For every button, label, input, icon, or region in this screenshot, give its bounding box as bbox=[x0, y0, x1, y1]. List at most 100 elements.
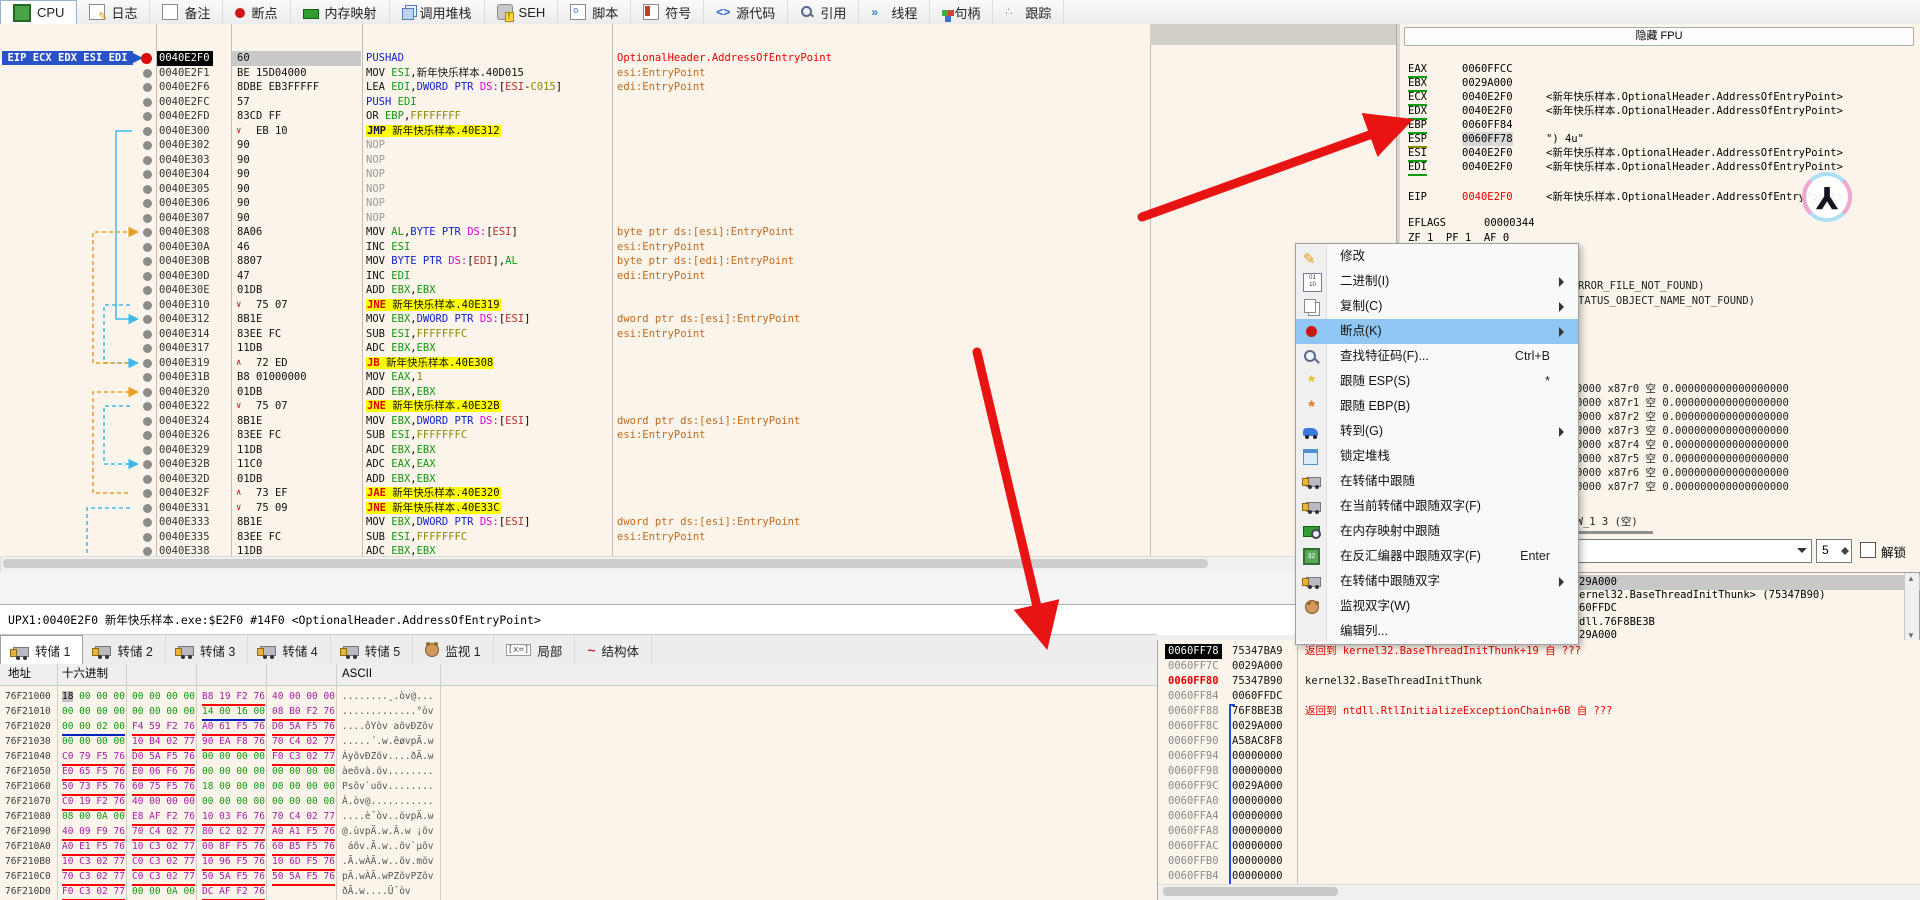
instruction-dot[interactable] bbox=[143, 359, 152, 368]
stack-horizontal-scrollbar[interactable] bbox=[1158, 884, 1920, 900]
disasm-row[interactable]: 0040E30E01DBADD EBX,EBX bbox=[0, 283, 1396, 298]
disasm-row[interactable]: 0040E32683EE FCSUB ESI,FFFFFFFCesi:Entry… bbox=[0, 428, 1396, 443]
disasm-row[interactable]: 0040E32D01DBADD EBX,EBX bbox=[0, 472, 1396, 487]
dump-row[interactable]: 76F2106050 73 F5 7660 75 F5 7618 00 00 0… bbox=[0, 779, 1157, 794]
instruction-dot[interactable] bbox=[143, 199, 152, 208]
stack-row[interactable]: 0060FFAC00000000 bbox=[1158, 839, 1920, 854]
register-row-EBP[interactable]: EBP0060FF84 bbox=[1400, 118, 1920, 132]
instruction-dot[interactable] bbox=[143, 388, 152, 397]
dump-row[interactable]: 76F2109040 09 F9 7670 C4 02 7780 C2 02 7… bbox=[0, 824, 1157, 839]
menu-item-breakpoint[interactable]: 断点(K) bbox=[1296, 319, 1578, 344]
instruction-dot[interactable] bbox=[143, 185, 152, 194]
register-row-ESI[interactable]: ESI0040E2F0<新年快乐样本.OptionalHeader.Addres… bbox=[1400, 146, 1920, 160]
menu-item-find-pattern[interactable]: 查找特征码(F)...Ctrl+B bbox=[1296, 344, 1578, 369]
instruction-dot[interactable] bbox=[143, 83, 152, 92]
disasm-row[interactable]: 0040E310∨75 07JNE 新年快乐样本.40E319 bbox=[0, 298, 1396, 313]
stack-row[interactable]: 0060FF8C0029A000 bbox=[1158, 719, 1920, 734]
register-row-ECX[interactable]: ECX0040E2F0<新年快乐样本.OptionalHeader.Addres… bbox=[1400, 90, 1920, 104]
disasm-horizontal-scrollbar[interactable] bbox=[0, 556, 1398, 573]
spin-down-icon[interactable] bbox=[1841, 551, 1849, 559]
stack-row[interactable]: 0060FF8075347B90kernel32.BaseThreadInitT… bbox=[1158, 674, 1920, 689]
menu-item-edit-columns[interactable]: 编辑列... bbox=[1296, 619, 1578, 644]
stack-arguments-list[interactable]: 29A000ernel32.BaseThreadInitThunk> (7534… bbox=[1560, 572, 1920, 644]
register-row-ESP[interactable]: ESP0060FF78") 4u" bbox=[1400, 132, 1920, 146]
instruction-dot[interactable] bbox=[143, 156, 152, 165]
dump-row[interactable]: 76F21070C0 19 F2 7640 00 00 0000 00 00 0… bbox=[0, 794, 1157, 809]
dump-pane[interactable]: 地址 十六进制 ASCII 76F2100018 00 00 0000 00 0… bbox=[0, 664, 1157, 900]
register-row-EBX[interactable]: EBX0029A000 bbox=[1400, 76, 1920, 90]
disasm-row[interactable]: 0040E2F68DBE EB3FFFFFLEA EDI,DWORD PTR D… bbox=[0, 80, 1396, 95]
dump-row[interactable]: 76F210C070 C3 02 77C0 C3 02 7750 5A F5 7… bbox=[0, 869, 1157, 884]
stack-row[interactable]: 0060FF840060FFDC bbox=[1158, 689, 1920, 704]
dump-row[interactable]: 76F2102000 00 02 00F4 59 F2 76A0 61 F5 7… bbox=[0, 719, 1157, 734]
dump-row[interactable]: 76F21040C0 79 F5 76D0 5A F5 7600 00 00 0… bbox=[0, 749, 1157, 764]
instruction-dot[interactable] bbox=[143, 489, 152, 498]
dump-tab-转储 3[interactable]: 转储 3 bbox=[166, 635, 248, 665]
menu-item-follow-esp[interactable]: *跟随 ESP(S)* bbox=[1296, 369, 1578, 394]
toolbar-tab-源代码[interactable]: <>源代码 bbox=[704, 0, 788, 24]
breakpoint-dot-red[interactable] bbox=[141, 53, 152, 64]
dump-row[interactable]: 76F210B010 C3 02 77C0 C3 02 7710 96 F5 7… bbox=[0, 854, 1157, 869]
instruction-dot[interactable] bbox=[143, 373, 152, 382]
stack-row[interactable]: 0060FFA800000000 bbox=[1158, 824, 1920, 839]
dump-row[interactable]: 76F21050E0 65 F5 76E0 06 F6 7600 00 00 0… bbox=[0, 764, 1157, 779]
stack-row[interactable]: 0060FF9400000000 bbox=[1158, 749, 1920, 764]
dump-tab-转储 2[interactable]: 转储 2 bbox=[83, 635, 165, 665]
toolbar-tab-符号[interactable]: 符号 bbox=[631, 0, 704, 24]
toolbar-tab-内存映射[interactable]: 内存映射 bbox=[291, 0, 390, 24]
instruction-dot[interactable] bbox=[143, 446, 152, 455]
stack-row[interactable]: 0060FF90A58AC8F8 bbox=[1158, 734, 1920, 749]
stack-row[interactable]: 0060FFB000000000 bbox=[1158, 854, 1920, 869]
spin-up-icon[interactable] bbox=[1841, 543, 1849, 551]
stack-pane[interactable]: 0060FF7875347BA9返回到 kernel32.BaseThreadI… bbox=[1157, 640, 1920, 900]
dump-tab-监视 1[interactable]: 监视 1 bbox=[413, 635, 493, 665]
instruction-dot[interactable] bbox=[143, 228, 152, 237]
stack-row[interactable]: 0060FFA000000000 bbox=[1158, 794, 1920, 809]
menu-item-watch-dword[interactable]: 监视双字(W) bbox=[1296, 594, 1578, 619]
stack-row[interactable]: 0060FF9C0029A000 bbox=[1158, 779, 1920, 794]
stack-row[interactable]: 0060FFA400000000 bbox=[1158, 809, 1920, 824]
menu-item-lock-stack[interactable]: 锁定堆栈 bbox=[1296, 444, 1578, 469]
disasm-row[interactable]: 0040E30A46INC ESIesi:EntryPoint bbox=[0, 240, 1396, 255]
disasm-row[interactable]: 0040E2FC57PUSH EDI bbox=[0, 95, 1396, 110]
toolbar-tab-脚本[interactable]: 脚本 bbox=[558, 0, 631, 24]
toolbar-tab-引用[interactable]: 引用 bbox=[788, 0, 859, 24]
menu-item-follow-dword-disasm[interactable]: 在反汇编器中跟随双字(F)Enter bbox=[1296, 544, 1578, 569]
disasm-row[interactable]: 0040E3088A06MOV AL,BYTE PTR DS:[ESI]byte… bbox=[0, 225, 1396, 240]
register-row-EAX[interactable]: EAX0060FFCC bbox=[1400, 62, 1920, 76]
instruction-dot[interactable] bbox=[143, 402, 152, 411]
menu-item-modify[interactable]: 修改 bbox=[1296, 244, 1578, 269]
instruction-dot[interactable] bbox=[143, 243, 152, 252]
toolbar-tab-备注[interactable]: 备注 bbox=[150, 0, 223, 24]
toolbar-tab-日志[interactable]: 日志 bbox=[77, 0, 150, 24]
toolbar-tab-线程[interactable]: »线程 bbox=[859, 0, 930, 24]
dump-tab-局部[interactable]: [x=]局部 bbox=[494, 635, 576, 665]
stack-row[interactable]: 0060FF8876F8BE3B返回到 ntdll.RtlInitializeE… bbox=[1158, 704, 1920, 719]
instruction-dot[interactable] bbox=[143, 127, 152, 136]
stack-row[interactable]: 0060FF7875347BA9返回到 kernel32.BaseThreadI… bbox=[1158, 644, 1920, 659]
instruction-dot[interactable] bbox=[143, 141, 152, 150]
disasm-row[interactable]: 0040E30790NOP bbox=[0, 211, 1396, 226]
instruction-dot[interactable] bbox=[143, 417, 152, 426]
disasm-row[interactable]: 0040E30290NOP bbox=[0, 138, 1396, 153]
disasm-row[interactable]: 0040E31483EE FCSUB ESI,FFFFFFFCesi:Entry… bbox=[0, 327, 1396, 342]
disasm-row[interactable]: 0040E300∨EB 10JMP 新年快乐样本.40E312 bbox=[0, 124, 1396, 139]
menu-item-copy[interactable]: 复制(C) bbox=[1296, 294, 1578, 319]
disasm-row[interactable]: 0040E3338B1EMOV EBX,DWORD PTR DS:[ESI]dw… bbox=[0, 515, 1396, 530]
instruction-dot[interactable] bbox=[143, 286, 152, 295]
instruction-dot[interactable] bbox=[143, 301, 152, 310]
disasm-row[interactable]: 0040E30B8807MOV BYTE PTR DS:[EDI],ALbyte… bbox=[0, 254, 1396, 269]
instruction-dot[interactable] bbox=[143, 533, 152, 542]
instruction-dot[interactable] bbox=[143, 547, 152, 556]
dump-row[interactable]: 76F2108008 00 0A 00E8 AF F2 7610 03 F6 7… bbox=[0, 809, 1157, 824]
disasm-row[interactable]: 0040E3128B1EMOV EBX,DWORD PTR DS:[ESI]dw… bbox=[0, 312, 1396, 327]
instruction-dot[interactable] bbox=[143, 431, 152, 440]
instruction-dot[interactable] bbox=[143, 330, 152, 339]
dump-tab-结构体[interactable]: ~结构体 bbox=[575, 635, 652, 665]
disasm-row[interactable]: 0040E30590NOP bbox=[0, 182, 1396, 197]
disasm-row[interactable]: 0040E33811DBADC EBX,EBX bbox=[0, 544, 1396, 556]
disasm-row[interactable]: 0040E31BB8 01000000MOV EAX,1 bbox=[0, 370, 1396, 385]
disasm-row[interactable]: 0040E322∨75 07JNE 新年快乐样本.40E32B bbox=[0, 399, 1396, 414]
disasm-row[interactable]: 0040E31711DBADC EBX,EBX bbox=[0, 341, 1396, 356]
instruction-dot[interactable] bbox=[143, 518, 152, 527]
